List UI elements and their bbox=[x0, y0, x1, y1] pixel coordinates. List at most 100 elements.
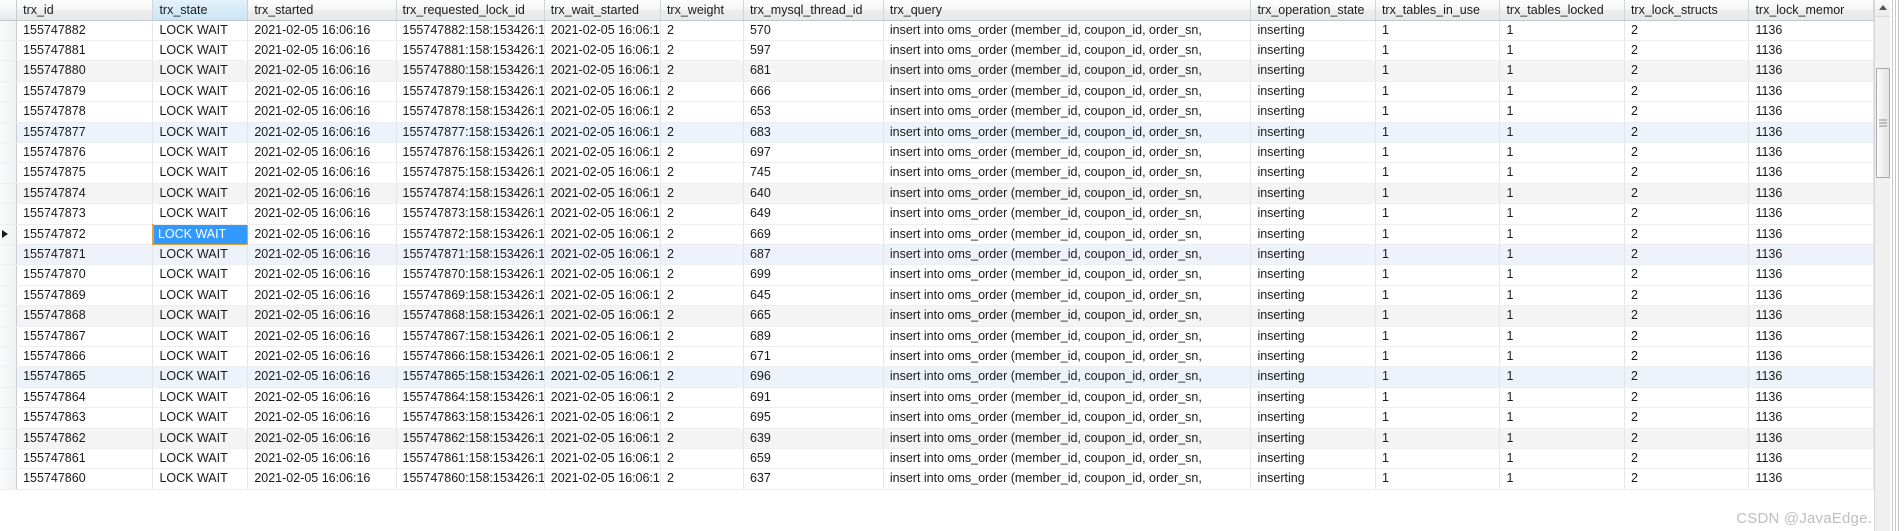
cell-trx-query[interactable]: insert into oms_order (member_id, coupon… bbox=[883, 387, 1252, 409]
triangle-up-icon[interactable] bbox=[1875, 0, 1891, 17]
table-row[interactable]: 155747864 LOCK WAIT 2021-02-05 16:06:16 155… bbox=[0, 387, 1874, 409]
cell-trx-started[interactable]: 2021-02-05 16:06:16 bbox=[247, 407, 397, 429]
cell-trx-lock-structs[interactable]: 2 bbox=[1624, 183, 1750, 205]
cell-trx-wait-started[interactable]: 2021-02-05 16:06:16 bbox=[544, 101, 661, 123]
cell-trx-lock-structs[interactable]: 2 bbox=[1624, 305, 1750, 327]
cell-trx-tables-in-use[interactable]: 1 bbox=[1375, 428, 1501, 450]
cell-trx-query[interactable]: insert into oms_order (member_id, coupon… bbox=[883, 264, 1252, 286]
cell-trx-tables-in-use[interactable]: 1 bbox=[1375, 407, 1501, 429]
cell-trx-started[interactable]: 2021-02-05 16:06:16 bbox=[247, 40, 397, 62]
cell-trx-lock-memor[interactable]: 1136 bbox=[1748, 346, 1874, 368]
cell-trx-query[interactable]: insert into oms_order (member_id, coupon… bbox=[883, 101, 1252, 123]
cell-trx-state[interactable]: LOCK WAIT bbox=[152, 346, 249, 368]
cell-trx-id[interactable]: 155747874 bbox=[16, 183, 154, 205]
cell-trx-mysql-thread-id[interactable]: 699 bbox=[743, 264, 884, 286]
cell-trx-weight[interactable]: 2 bbox=[660, 40, 744, 62]
cell-trx-requested-lock-id[interactable]: 155747867:158:153426:1 bbox=[396, 326, 545, 348]
cell-trx-tables-locked[interactable]: 1 bbox=[1499, 40, 1625, 62]
cell-trx-mysql-thread-id[interactable]: 597 bbox=[743, 40, 884, 62]
row-selector-cell[interactable] bbox=[0, 305, 18, 327]
row-selector-cell[interactable] bbox=[0, 122, 18, 143]
cell-trx-state[interactable]: LOCK WAIT bbox=[151, 223, 249, 245]
table-row[interactable]: 155747862 LOCK WAIT 2021-02-05 16:06:16 155… bbox=[0, 428, 1874, 450]
cell-trx-id[interactable]: 155747873 bbox=[16, 203, 154, 225]
cell-trx-lock-memor[interactable]: 1136 bbox=[1748, 162, 1874, 184]
cell-trx-id[interactable]: 155747875 bbox=[16, 162, 154, 184]
cell-trx-operation-state[interactable]: inserting bbox=[1250, 428, 1376, 450]
row-selector-cell[interactable] bbox=[0, 448, 18, 470]
cell-trx-tables-in-use[interactable]: 1 bbox=[1375, 20, 1501, 41]
cell-trx-id[interactable]: 155747880 bbox=[16, 60, 154, 82]
cell-trx-operation-state[interactable]: inserting bbox=[1250, 407, 1376, 429]
cell-trx-requested-lock-id[interactable]: 155747868:158:153426:1 bbox=[396, 305, 545, 327]
cell-trx-mysql-thread-id[interactable]: 683 bbox=[743, 122, 884, 143]
cell-trx-started[interactable]: 2021-02-05 16:06:16 bbox=[247, 142, 397, 164]
cell-trx-started[interactable]: 2021-02-05 16:06:16 bbox=[247, 468, 397, 490]
table-row[interactable]: 155747881 LOCK WAIT 2021-02-05 16:06:16 155… bbox=[0, 40, 1874, 62]
cell-trx-tables-locked[interactable]: 1 bbox=[1499, 224, 1625, 245]
cell-trx-requested-lock-id[interactable]: 155747864:158:153426:1 bbox=[396, 387, 545, 409]
column-header-trx-id[interactable]: trx_id bbox=[16, 0, 154, 21]
cell-trx-id[interactable]: 155747877 bbox=[16, 122, 154, 143]
cell-trx-mysql-thread-id[interactable]: 669 bbox=[743, 224, 884, 245]
scrollbar-thumb[interactable] bbox=[1876, 68, 1890, 178]
cell-trx-wait-started[interactable]: 2021-02-05 16:06:16 bbox=[544, 285, 661, 307]
cell-trx-tables-in-use[interactable]: 1 bbox=[1375, 40, 1501, 62]
cell-trx-tables-in-use[interactable]: 1 bbox=[1375, 142, 1501, 164]
cell-trx-query[interactable]: insert into oms_order (member_id, coupon… bbox=[883, 366, 1252, 388]
cell-trx-wait-started[interactable]: 2021-02-05 16:06:16 bbox=[544, 387, 661, 409]
cell-trx-tables-locked[interactable]: 1 bbox=[1499, 448, 1625, 470]
cell-trx-id[interactable]: 155747862 bbox=[16, 428, 154, 450]
cell-trx-started[interactable]: 2021-02-05 16:06:16 bbox=[247, 264, 397, 286]
cell-trx-operation-state[interactable]: inserting bbox=[1250, 203, 1376, 225]
column-header-trx-started[interactable]: trx_started bbox=[247, 0, 397, 21]
cell-trx-operation-state[interactable]: inserting bbox=[1250, 162, 1376, 184]
cell-trx-wait-started[interactable]: 2021-02-05 16:06:16 bbox=[544, 203, 661, 225]
cell-trx-lock-structs[interactable]: 2 bbox=[1624, 285, 1750, 307]
cell-trx-started[interactable]: 2021-02-05 16:06:16 bbox=[247, 81, 397, 103]
row-selector-cell[interactable] bbox=[0, 20, 18, 41]
cell-trx-lock-memor[interactable]: 1136 bbox=[1748, 142, 1874, 164]
row-selector-cell[interactable] bbox=[0, 285, 18, 307]
table-row[interactable]: 155747872 LOCK WAIT 2021-02-05 16:06:16 155… bbox=[0, 223, 1874, 245]
cell-trx-lock-structs[interactable]: 2 bbox=[1624, 60, 1750, 82]
row-selector-cell[interactable] bbox=[0, 40, 18, 62]
table-row[interactable]: 155747879 LOCK WAIT 2021-02-05 16:06:16 155… bbox=[0, 81, 1874, 103]
cell-trx-operation-state[interactable]: inserting bbox=[1250, 20, 1376, 41]
table-row[interactable]: 155747874 LOCK WAIT 2021-02-05 16:06:16 155… bbox=[0, 183, 1874, 205]
row-selector-cell[interactable] bbox=[0, 203, 18, 225]
cell-trx-id[interactable]: 155747870 bbox=[16, 264, 154, 286]
cell-trx-tables-locked[interactable]: 1 bbox=[1499, 366, 1625, 388]
cell-trx-id[interactable]: 155747866 bbox=[16, 346, 154, 368]
column-header-trx-state[interactable]: trx_state bbox=[152, 0, 249, 21]
cell-trx-query[interactable]: insert into oms_order (member_id, coupon… bbox=[883, 468, 1252, 490]
cell-trx-started[interactable]: 2021-02-05 16:06:16 bbox=[247, 203, 397, 225]
cell-trx-query[interactable]: insert into oms_order (member_id, coupon… bbox=[883, 81, 1252, 103]
cell-trx-tables-in-use[interactable]: 1 bbox=[1375, 468, 1501, 490]
cell-trx-lock-structs[interactable]: 2 bbox=[1624, 20, 1750, 41]
cell-trx-wait-started[interactable]: 2021-02-05 16:06:16 bbox=[544, 244, 661, 266]
cell-trx-id[interactable]: 155747867 bbox=[16, 326, 154, 348]
cell-trx-started[interactable]: 2021-02-05 16:06:16 bbox=[247, 20, 397, 41]
cell-trx-weight[interactable]: 2 bbox=[660, 407, 744, 429]
cell-trx-operation-state[interactable]: inserting bbox=[1250, 326, 1376, 348]
cell-trx-mysql-thread-id[interactable]: 689 bbox=[743, 326, 884, 348]
cell-trx-weight[interactable]: 2 bbox=[660, 428, 744, 450]
cell-trx-id[interactable]: 155747878 bbox=[16, 101, 154, 123]
cell-trx-operation-state[interactable]: inserting bbox=[1250, 40, 1376, 62]
column-header-trx-tables-locked[interactable]: trx_tables_locked bbox=[1499, 0, 1625, 21]
column-header-trx-lock-memor[interactable]: trx_lock_memor bbox=[1748, 0, 1874, 21]
cell-trx-tables-in-use[interactable]: 1 bbox=[1375, 81, 1501, 103]
cell-trx-tables-locked[interactable]: 1 bbox=[1499, 183, 1625, 205]
row-selector-cell[interactable] bbox=[0, 142, 18, 164]
cell-trx-tables-locked[interactable]: 1 bbox=[1499, 264, 1625, 286]
cell-trx-operation-state[interactable]: inserting bbox=[1250, 224, 1376, 245]
cell-trx-lock-structs[interactable]: 2 bbox=[1624, 101, 1750, 123]
cell-trx-tables-in-use[interactable]: 1 bbox=[1375, 244, 1501, 266]
cell-trx-state[interactable]: LOCK WAIT bbox=[152, 81, 249, 103]
cell-trx-mysql-thread-id[interactable]: 745 bbox=[743, 162, 884, 184]
cell-trx-requested-lock-id[interactable]: 155747861:158:153426:1 bbox=[396, 448, 545, 470]
cell-trx-state[interactable]: LOCK WAIT bbox=[152, 20, 249, 41]
cell-trx-wait-started[interactable]: 2021-02-05 16:06:16 bbox=[544, 366, 661, 388]
cell-trx-tables-in-use[interactable]: 1 bbox=[1375, 224, 1501, 245]
